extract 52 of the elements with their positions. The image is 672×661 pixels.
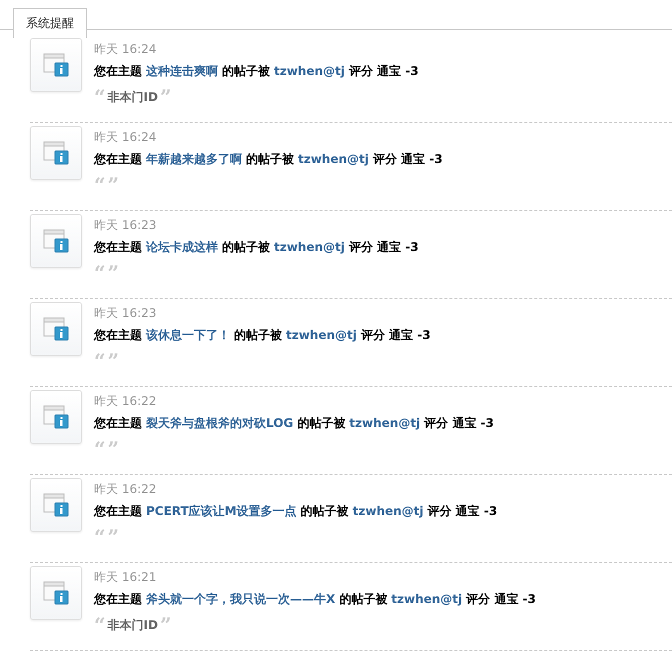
- topic-link[interactable]: 论坛卡成这样: [146, 240, 218, 254]
- notice-text: 您在主题 年薪越来越多了啊 的帖子被 tzwhen@tj 评分 通宝 -3: [94, 151, 443, 167]
- close-quote-mark: ”: [160, 615, 172, 635]
- notice-time: 昨天 16:23: [94, 217, 158, 233]
- open-quote-mark: “: [94, 615, 106, 635]
- message-window-icon: [43, 493, 69, 517]
- open-quote-mark: “: [94, 439, 106, 459]
- topic-link[interactable]: 裂天斧与盘根斧的对砍LOG: [146, 416, 294, 430]
- close-quote-mark: ”: [108, 351, 120, 371]
- close-quote-mark: ”: [108, 439, 120, 459]
- topic-link[interactable]: 该休息一下了！: [146, 328, 230, 342]
- topic-link[interactable]: PCERT应该让M设置多一点: [146, 504, 297, 518]
- notice-text: 您在主题 该休息一下了！ 的帖子被 tzwhen@tj 评分 通宝 -3: [94, 327, 431, 343]
- open-quote-mark: “: [94, 527, 106, 547]
- user-link[interactable]: tzwhen@tj: [352, 504, 424, 518]
- topic-link[interactable]: 这种连击爽啊: [146, 64, 218, 78]
- rating-reason: 非本门ID: [108, 88, 158, 106]
- message-window-icon: [43, 229, 69, 253]
- message-window-icon: [43, 141, 69, 165]
- notice-time: 昨天 16:22: [94, 393, 158, 409]
- open-quote-mark: “: [94, 175, 106, 195]
- notice-text: 您在主题 PCERT应该让M设置多一点 的帖子被 tzwhen@tj 评分 通宝 -3: [94, 503, 498, 519]
- close-quote-mark: ”: [108, 175, 120, 195]
- open-quote-mark: “: [94, 351, 106, 371]
- open-quote-mark: “: [94, 87, 106, 107]
- notice-text: 您在主题 论坛卡成这样 的帖子被 tzwhen@tj 评分 通宝 -3: [94, 239, 419, 255]
- notice-time: 昨天 16:21: [94, 569, 158, 585]
- notice-time: 昨天 16:23: [94, 305, 158, 321]
- tab[interactable]: 系统提醒: [13, 8, 87, 38]
- user-link[interactable]: tzwhen@tj: [298, 152, 369, 166]
- user-link[interactable]: tzwhen@tj: [274, 240, 345, 254]
- topic-link[interactable]: 斧头就一个字，我只说一次——牛X: [146, 592, 336, 606]
- user-link[interactable]: tzwhen@tj: [286, 328, 357, 342]
- notice-time: 昨天 16:24: [94, 41, 158, 57]
- close-quote-mark: ”: [108, 263, 120, 283]
- notice-text: 您在主题 裂天斧与盘根斧的对砍LOG 的帖子被 tzwhen@tj 评分 通宝 -3: [94, 415, 494, 431]
- message-window-icon: [43, 53, 69, 77]
- user-link[interactable]: tzwhen@tj: [274, 64, 345, 78]
- close-quote-mark: ”: [160, 87, 172, 107]
- user-link[interactable]: tzwhen@tj: [349, 416, 420, 430]
- notice-text: 您在主题 斧头就一个字，我只说一次——牛X 的帖子被 tzwhen@tj 评分 通宝 -3: [94, 591, 536, 607]
- close-quote-mark: ”: [108, 527, 120, 547]
- notice-time: 昨天 16:22: [94, 481, 158, 497]
- message-window-icon: [43, 581, 69, 605]
- user-link[interactable]: tzwhen@tj: [391, 592, 462, 606]
- message-window-icon: [43, 317, 69, 341]
- message-window-icon: [43, 405, 69, 429]
- notice-time: 昨天 16:24: [94, 129, 158, 145]
- rating-reason: 非本门ID: [108, 616, 158, 634]
- notice-text: 您在主题 这种连击爽啊 的帖子被 tzwhen@tj 评分 通宝 -3: [94, 63, 419, 79]
- open-quote-mark: “: [94, 263, 106, 283]
- topic-link[interactable]: 年薪越来越多了啊: [146, 152, 242, 166]
